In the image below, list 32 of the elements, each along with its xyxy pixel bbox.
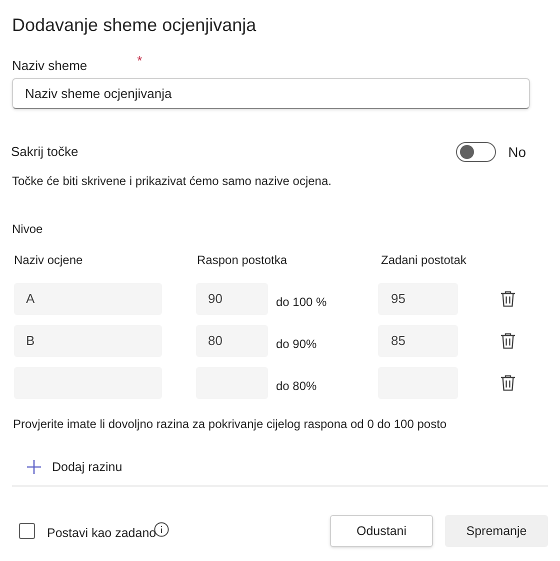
default-percent-field[interactable]: 85 (378, 325, 458, 357)
coverage-note: Provjerite imate li dovoljno razina za pokrivanje cijelog raspona od 0 do 100 posto (13, 416, 448, 433)
toggle-switch[interactable] (456, 142, 496, 162)
column-header: Zadani postotak (381, 252, 466, 267)
trash-icon[interactable] (500, 290, 516, 308)
name-input-field[interactable]: Naziv sheme ocjenjivanja (12, 78, 530, 109)
save-button[interactable]: Spremanje (445, 515, 548, 547)
section-label: Nivoe (12, 221, 44, 238)
grade-name-field[interactable]: B (14, 325, 162, 357)
toggle-state-label: No (508, 142, 526, 162)
description-text: Točke će biti skrivene i prikazivat ćemo samo nazive ocjena. (12, 173, 332, 190)
checkbox[interactable] (19, 523, 35, 539)
field-label: Naziv sheme (12, 57, 88, 75)
column-header: Naziv ocjene (13, 252, 84, 267)
column-header: Raspon postotka (197, 252, 288, 267)
trash-icon[interactable] (500, 332, 516, 350)
add-level-button[interactable]: Dodaj razinu (26, 457, 122, 477)
range-to-text: do 90% (276, 336, 318, 353)
range-from-field[interactable]: 80 (196, 325, 268, 357)
checkbox-label: Postavi kao zadano (47, 524, 156, 542)
dialog-title: Dodavanje sheme ocjenjivanja (12, 14, 258, 37)
plus-icon (26, 459, 42, 475)
toggle-label: Sakrij točke (11, 143, 78, 162)
info-icon[interactable] (154, 522, 170, 536)
cancel-button[interactable]: Odustani (330, 515, 433, 547)
range-from-field[interactable]: 90 (196, 283, 268, 315)
required-mark: * (137, 52, 142, 70)
range-to-text: do 100 % (276, 294, 328, 311)
trash-icon[interactable] (500, 374, 516, 392)
grade-name-field[interactable]: A (14, 283, 162, 315)
default-percent-field[interactable]: 95 (378, 283, 458, 315)
range-to-text: do 80% (276, 378, 318, 395)
